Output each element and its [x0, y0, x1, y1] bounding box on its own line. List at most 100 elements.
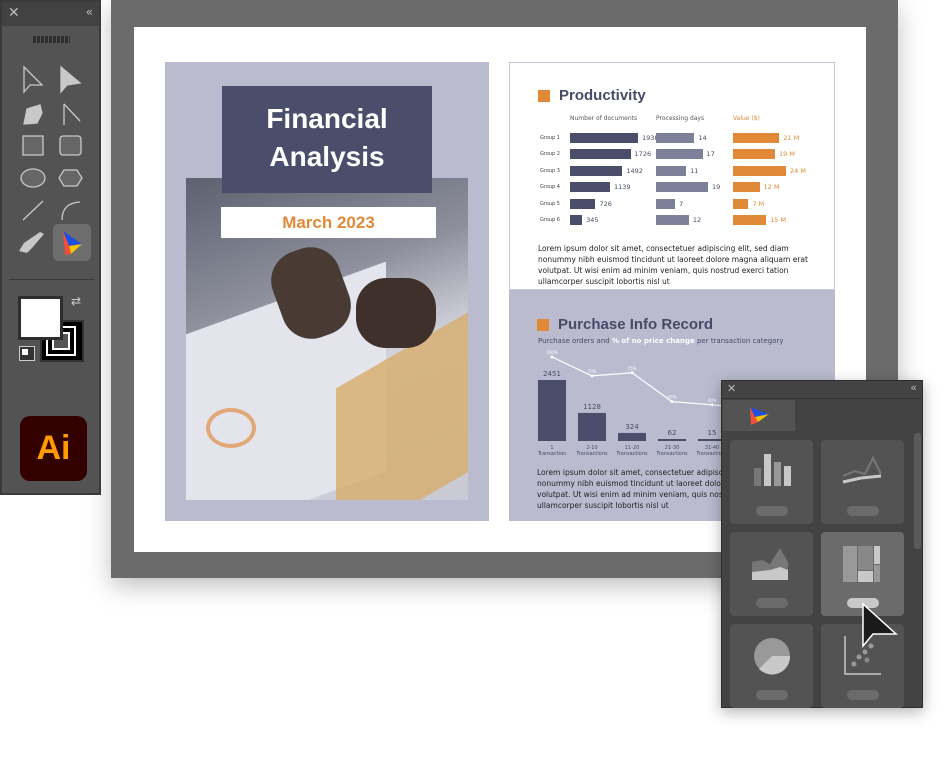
bar-label: 12 M — [763, 183, 780, 192]
bar — [618, 432, 646, 441]
arc-tool-icon[interactable] — [61, 201, 81, 221]
column-header: Value ($) — [733, 115, 760, 122]
chart-plugin-logo-icon — [63, 231, 82, 255]
panel-header: ✕ « — [2, 2, 99, 26]
line-point — [670, 400, 674, 404]
chart-type-area-chart[interactable] — [730, 532, 813, 616]
bar — [733, 182, 760, 193]
bar-label: 24 M — [790, 166, 806, 175]
bar — [733, 198, 749, 209]
bar — [658, 439, 686, 441]
cover-date: March 2023 — [221, 207, 436, 238]
bar-label: 1139 — [613, 183, 631, 192]
pen-tool-icon[interactable] — [63, 103, 81, 125]
bar — [570, 215, 583, 225]
close-icon[interactable]: ✕ — [8, 5, 20, 21]
polygon-tool-icon[interactable] — [58, 169, 83, 187]
bar-label: 62 — [668, 429, 677, 437]
bar-label: 15 M — [770, 216, 787, 224]
productivity-section: Productivity Number of documents Processi… — [509, 62, 835, 290]
body-text: Lorem ipsum dolor sit amet, consectetuer… — [538, 244, 808, 286]
bar — [733, 165, 786, 176]
bar-label: 7 M — [752, 199, 765, 208]
group-label: Group 4 — [540, 184, 560, 191]
panel-header: ✕ « — [722, 381, 922, 399]
bar-label: 1726 — [634, 150, 652, 159]
bar-label: 19 — [712, 183, 721, 192]
selection-tool-icon[interactable] — [23, 65, 44, 94]
bar-label: 2451 — [543, 370, 561, 378]
point-label: 100% — [546, 350, 558, 355]
close-icon[interactable]: ✕ — [727, 382, 736, 395]
pie-chart-icon — [754, 638, 791, 675]
point-label: 70% — [588, 369, 597, 374]
ellipse-tool-icon[interactable] — [20, 168, 46, 188]
chart-plugin-panel: ✕ « — [721, 380, 923, 708]
mouse-cursor-icon — [862, 602, 898, 649]
fill-swatch[interactable] — [18, 296, 63, 340]
group-label: Group 6 — [540, 217, 560, 223]
bar — [733, 215, 767, 225]
column-header: Processing days — [656, 115, 705, 122]
bar-label: 21 M — [783, 134, 800, 142]
title-line: Analysis — [269, 141, 385, 172]
group-label: Group 2 — [540, 151, 560, 158]
point-label: 75% — [628, 366, 637, 371]
category-label: 1 Transaction — [537, 445, 567, 457]
bar-label: 14 — [698, 134, 707, 142]
group-label: Group 5 — [540, 200, 560, 207]
collapse-icon[interactable]: « — [86, 5, 93, 19]
bar — [733, 149, 775, 160]
divider — [9, 279, 94, 280]
bar-label: 726 — [599, 199, 612, 208]
group-label: Group 3 — [540, 167, 560, 174]
chart-type-pie-chart[interactable] — [730, 624, 813, 708]
chart-label-placeholder — [756, 506, 788, 516]
swap-colors-icon[interactable]: ⇄ — [71, 294, 81, 308]
group-label: Group 1 — [540, 135, 560, 141]
bar-label: 11 — [690, 166, 699, 175]
bar — [570, 165, 623, 176]
line-point — [710, 403, 714, 407]
bar — [656, 198, 676, 209]
chart-plugin-tool[interactable] — [53, 224, 91, 261]
column-header: Number of documents — [570, 115, 638, 122]
chart-label-placeholder — [847, 690, 879, 700]
bar-label: 7 — [679, 199, 684, 208]
accent-square-icon — [538, 89, 550, 102]
rounded-rectangle-tool-icon[interactable] — [59, 135, 82, 156]
category-label: 2-10 Transactions — [575, 445, 608, 457]
collapse-icon[interactable]: « — [910, 381, 917, 394]
bar-label: 12 — [692, 216, 702, 224]
line-point — [550, 355, 554, 359]
category-label: 11-20 Transactions — [615, 445, 648, 457]
line-tool-icon[interactable] — [22, 200, 44, 221]
bar — [570, 133, 638, 143]
bar — [656, 133, 695, 143]
chart-label-placeholder — [847, 506, 879, 516]
chart-type-line-chart[interactable] — [821, 440, 904, 524]
chart-type-bar-chart[interactable] — [730, 440, 813, 524]
blob-brush-icon[interactable] — [23, 104, 43, 125]
line-chart-icon — [842, 455, 882, 484]
paintbrush-tool-icon[interactable] — [19, 232, 44, 253]
bar-label: 1492 — [626, 166, 643, 175]
plugin-tab[interactable] — [723, 400, 795, 431]
point-label: 45% — [668, 395, 677, 400]
rectangle-tool-icon[interactable] — [22, 135, 44, 156]
bar-chart-icon — [754, 454, 791, 486]
bar — [570, 149, 631, 160]
bar — [656, 149, 703, 160]
bar-label: 17 — [706, 150, 715, 159]
pct-line — [551, 356, 750, 409]
scrollbar[interactable] — [914, 433, 921, 549]
title-line: Financial — [266, 103, 388, 134]
tools-panel: ✕ « ⇄ Ai — [0, 0, 101, 495]
treemap-chart-icon — [843, 546, 880, 582]
chart-label-placeholder — [756, 598, 788, 608]
default-colors-icon[interactable] — [19, 346, 35, 361]
direct-selection-tool-icon[interactable] — [60, 65, 82, 94]
drag-handle[interactable] — [33, 36, 70, 43]
bar — [570, 198, 596, 209]
line-point — [630, 371, 634, 375]
